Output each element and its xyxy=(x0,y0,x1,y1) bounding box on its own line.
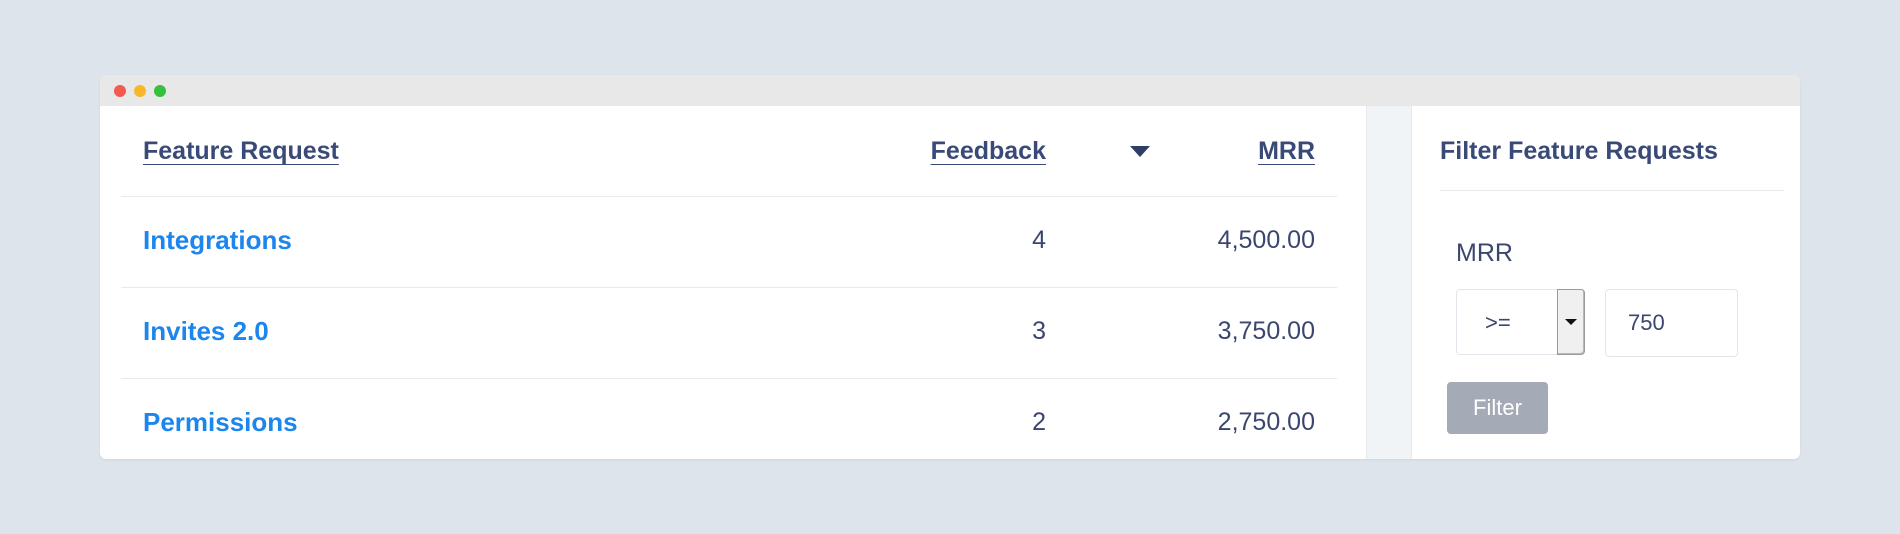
column-header-feedback[interactable]: Feedback xyxy=(931,137,1046,166)
column-header-mrr[interactable]: MRR xyxy=(1258,137,1315,166)
mrr-value-input[interactable] xyxy=(1605,289,1738,357)
operator-select-value: >= xyxy=(1485,310,1511,335)
filter-divider xyxy=(1440,190,1784,191)
mrr-value: 2,750.00 xyxy=(1217,408,1315,436)
app-window: Feature Request Feedback MRR Integration… xyxy=(100,75,1800,459)
feature-request-link[interactable]: Invites 2.0 xyxy=(143,316,269,347)
feedback-count: 4 xyxy=(1032,226,1046,254)
column-header-feature-request[interactable]: Feature Request xyxy=(143,137,339,166)
minimize-window-icon[interactable] xyxy=(134,85,146,97)
sort-descending-icon[interactable] xyxy=(1130,146,1150,157)
window-content: Feature Request Feedback MRR Integration… xyxy=(100,106,1800,459)
table-row: Invites 2.0 3 3,750.00 xyxy=(121,288,1337,379)
feature-requests-table: Feature Request Feedback MRR Integration… xyxy=(121,106,1337,459)
select-dropdown-button[interactable] xyxy=(1557,289,1585,355)
feature-request-link[interactable]: Permissions xyxy=(143,407,298,438)
panel-divider xyxy=(1366,106,1412,459)
feedback-count: 3 xyxy=(1032,317,1046,345)
table-row: Permissions 2 2,750.00 xyxy=(121,379,1337,459)
caret-down-icon xyxy=(1565,319,1577,325)
table-header: Feature Request Feedback MRR xyxy=(121,106,1337,197)
filter-panel: Filter Feature Requests MRR >= Filter xyxy=(1411,106,1800,459)
filter-panel-title: Filter Feature Requests xyxy=(1440,137,1718,165)
maximize-window-icon[interactable] xyxy=(154,85,166,97)
mrr-value: 3,750.00 xyxy=(1217,317,1315,345)
operator-select[interactable]: >= xyxy=(1456,289,1585,355)
feedback-count: 2 xyxy=(1032,408,1046,436)
window-titlebar xyxy=(100,75,1800,106)
close-window-icon[interactable] xyxy=(114,85,126,97)
table-row: Integrations 4 4,500.00 xyxy=(121,197,1337,288)
filter-button[interactable]: Filter xyxy=(1447,382,1548,434)
feature-request-link[interactable]: Integrations xyxy=(143,225,292,256)
mrr-value: 4,500.00 xyxy=(1217,226,1315,254)
mrr-filter-label: MRR xyxy=(1456,239,1513,267)
